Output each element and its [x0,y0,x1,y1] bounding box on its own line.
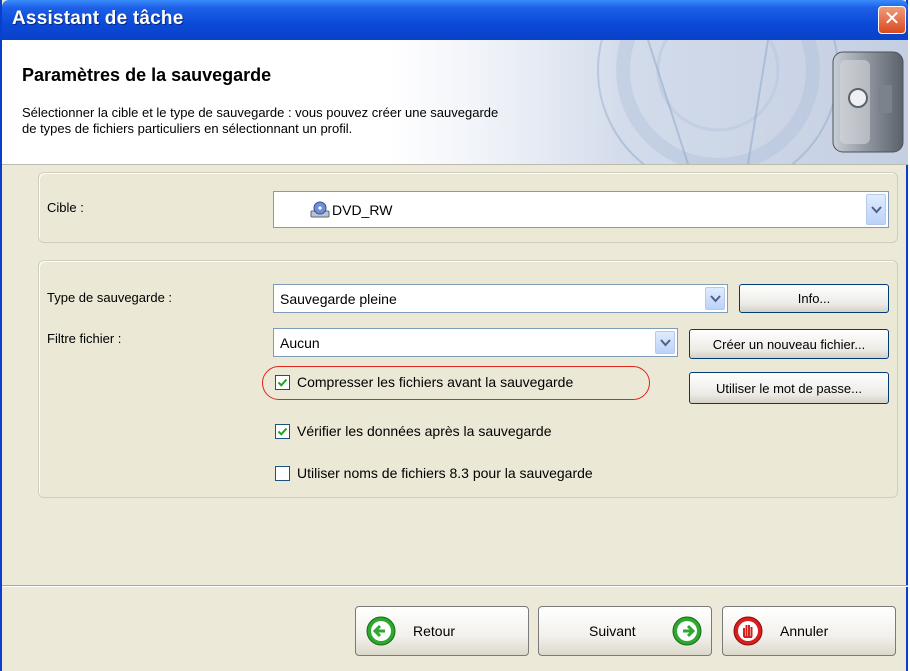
wizard-window: Assistant de tâche ✕ Paramètres de la sa… [0,0,908,671]
window-title: Assistant de tâche [12,8,184,29]
verify-checkbox[interactable] [275,424,290,439]
next-button-label: Suivant [589,623,636,639]
description-line-2: de types de fichiers particuliers en sél… [22,121,353,136]
target-select[interactable]: DVD_RW [273,191,889,228]
cancel-button[interactable]: Annuler [722,606,896,656]
stop-hand-icon [733,616,763,646]
chevron-down-icon[interactable] [866,194,886,225]
back-button[interactable]: Retour [355,606,529,656]
next-button[interactable]: Suivant [538,606,712,656]
arrow-left-icon [366,616,396,646]
info-button-label: Info... [797,291,831,306]
page-description: Sélectionner la cible et le type de sauv… [22,105,682,137]
chevron-down-icon[interactable] [705,287,725,310]
title-bar[interactable]: Assistant de tâche ✕ [2,0,908,40]
footer-divider-highlight [2,586,908,587]
target-value: DVD_RW [332,201,393,218]
close-icon: ✕ [883,8,901,30]
verify-checkbox-label[interactable]: Vérifier les données après la sauvegarde [297,423,552,439]
short-names-checkbox[interactable] [275,466,290,481]
safe-icon [388,40,908,164]
target-label: Cible : [47,200,84,215]
wizard-header: Paramètres de la sauvegarde Sélectionner… [2,40,908,165]
description-line-1: Sélectionner la cible et le type de sauv… [22,105,499,120]
backup-type-select[interactable]: Sauvegarde pleine [273,284,728,313]
new-file-button[interactable]: Créer un nouveau fichier... [689,329,889,359]
file-filter-select[interactable]: Aucun [273,328,678,357]
file-filter-label: Filtre fichier : [47,331,122,346]
compress-checkbox[interactable] [275,375,290,390]
backup-type-value: Sauvegarde pleine [280,290,397,307]
backup-type-label: Type de sauvegarde : [47,290,173,305]
arrow-right-icon [672,616,702,646]
optical-drive-icon [310,201,330,222]
compress-checkbox-label[interactable]: Compresser les fichiers avant la sauvega… [297,374,573,390]
new-file-button-label: Créer un nouveau fichier... [712,337,866,352]
password-button[interactable]: Utiliser le mot de passe... [689,372,889,404]
chevron-down-icon[interactable] [655,331,675,354]
back-button-label: Retour [413,623,456,639]
info-button[interactable]: Info... [739,284,889,313]
short-names-checkbox-label[interactable]: Utiliser noms de fichiers 8.3 pour la sa… [297,465,593,481]
page-title: Paramètres de la sauvegarde [22,65,272,85]
close-button[interactable]: ✕ [878,6,906,34]
file-filter-value: Aucun [280,334,320,351]
password-button-label: Utiliser le mot de passe... [716,381,862,396]
cancel-button-label: Annuler [780,623,829,639]
